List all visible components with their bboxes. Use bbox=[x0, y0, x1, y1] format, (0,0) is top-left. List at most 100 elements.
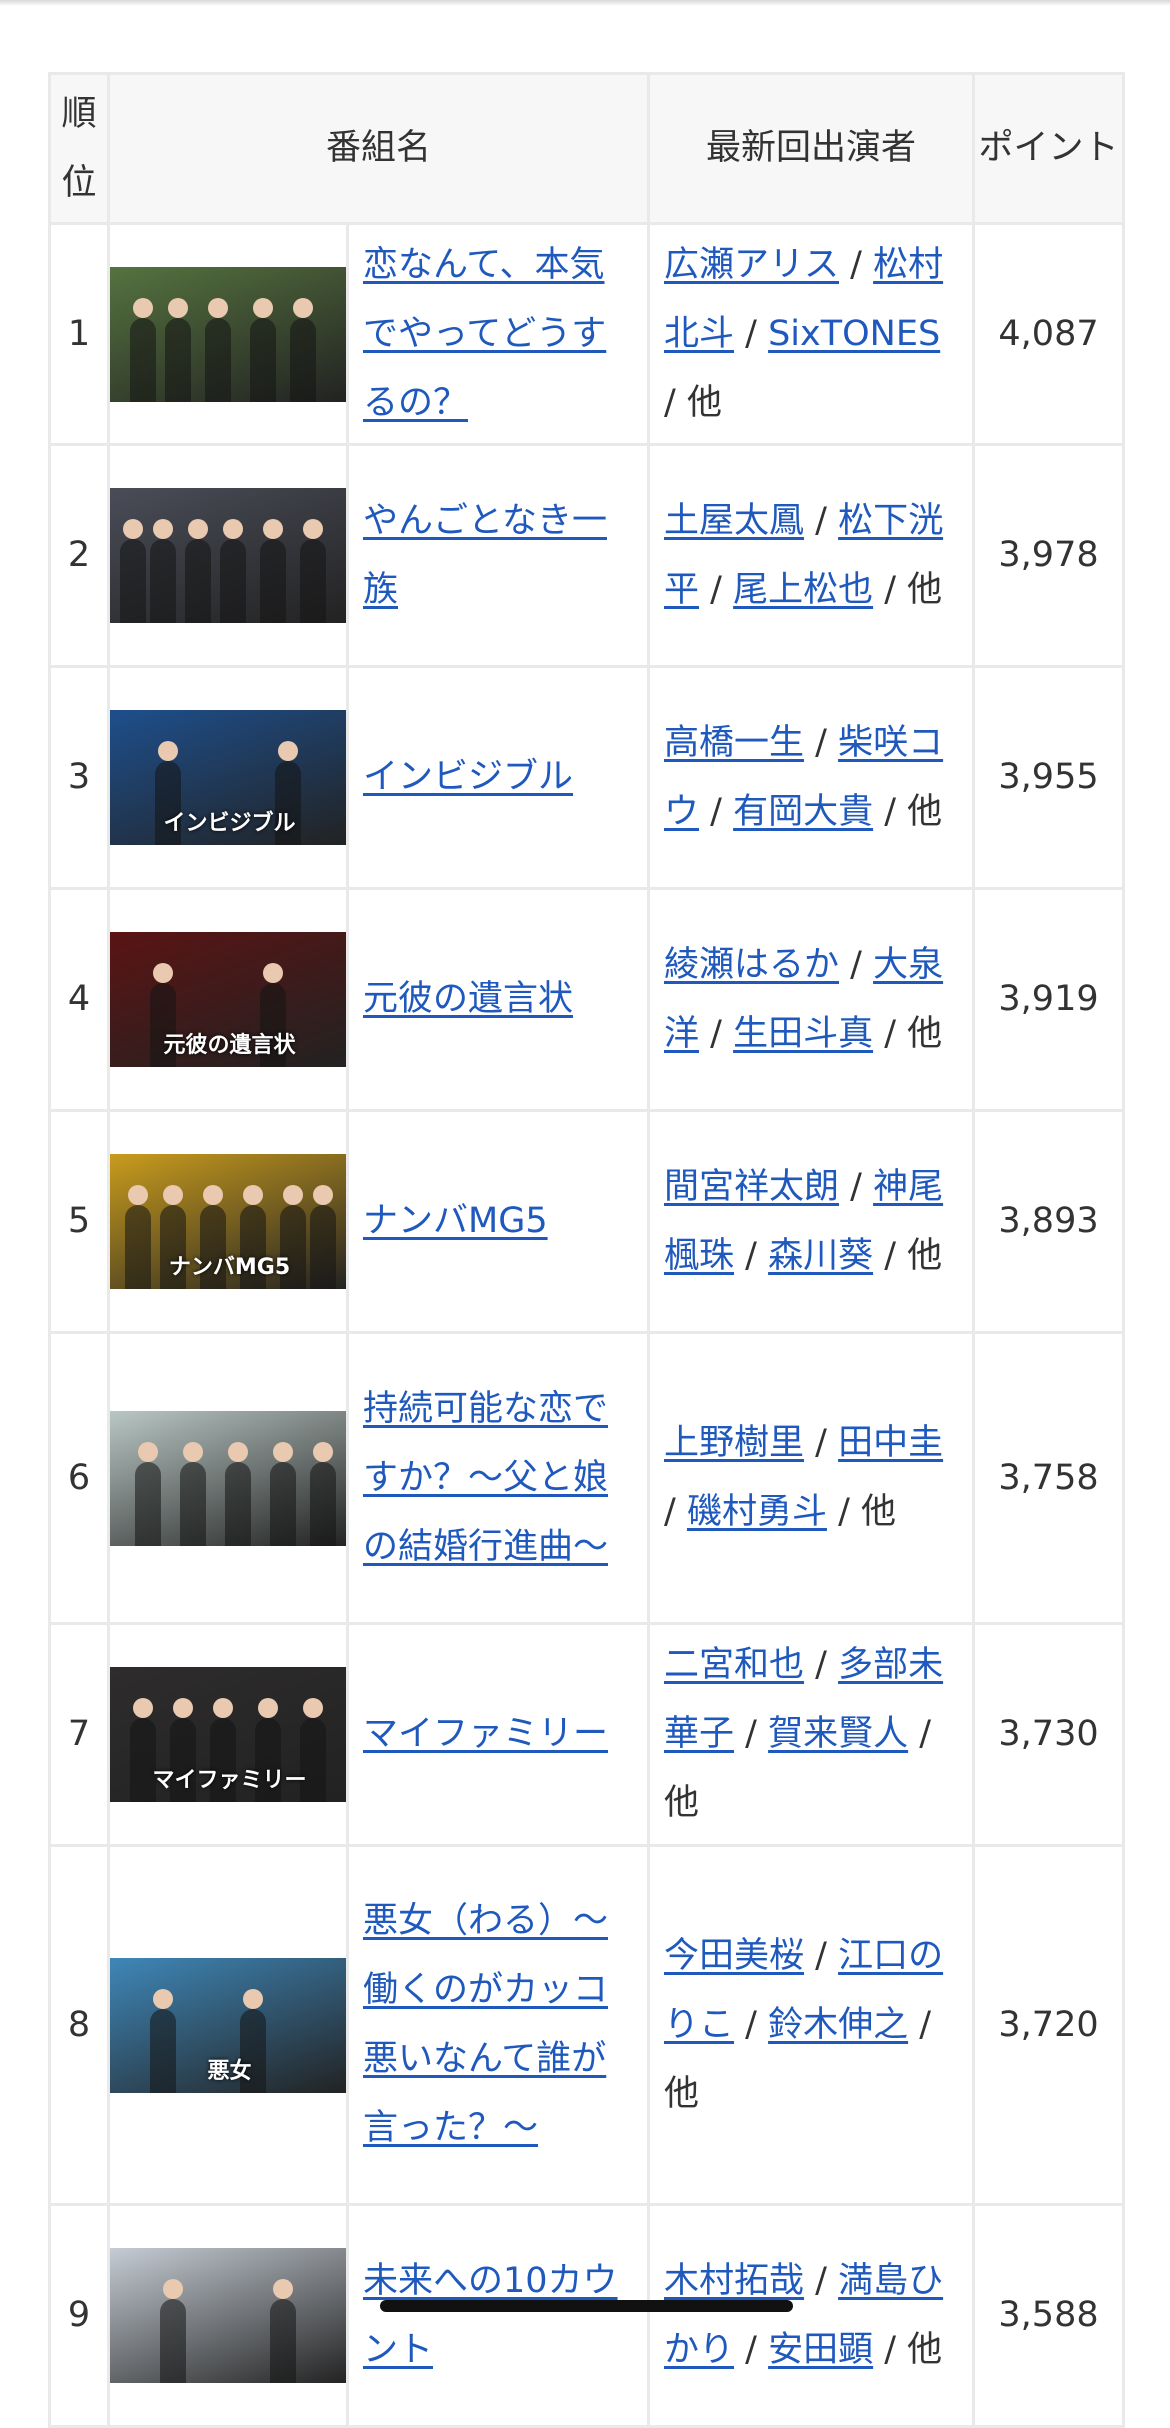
table-row: 5 ナンバMG5 ナンバMG5 間宮祥太朗 / 神尾楓珠 / 森川葵 / 他 3,893 bbox=[48, 1109, 1126, 1334]
program-thumbnail[interactable]: 元彼の遺言状 bbox=[111, 932, 345, 1067]
cast-member-link[interactable]: 生田斗真 bbox=[733, 1014, 873, 1054]
program-thumbnail[interactable]: 悪女 bbox=[111, 1957, 345, 2093]
cast-member-link[interactable]: 間宮祥太朗 bbox=[664, 1167, 839, 1207]
cast-separator: / bbox=[873, 2329, 908, 2370]
points-cell: 3,978 bbox=[972, 443, 1126, 668]
ranking-table: 順位 番組名 最新回出演者 ポイント 1 恋なんて、本気でやってどうするの？ 広瀬ア… bbox=[48, 72, 1126, 2428]
cast-separator: / bbox=[734, 1235, 769, 1276]
table-body: 1 恋なんて、本気でやってどうするの？ 広瀬アリス / 松村北斗 / SixTONE… bbox=[48, 222, 1126, 2428]
table-row: 1 恋なんて、本気でやってどうするの？ 広瀬アリス / 松村北斗 / SixTONE… bbox=[48, 222, 1126, 446]
header-points: ポイント bbox=[972, 72, 1126, 225]
cast-separator: / bbox=[804, 722, 839, 763]
home-indicator bbox=[380, 2300, 793, 2312]
program-title-link[interactable]: 元彼の遺言状 bbox=[363, 979, 573, 1019]
cast-member-link[interactable]: 賀来賢人 bbox=[768, 1714, 908, 1754]
program-thumbnail[interactable] bbox=[111, 488, 345, 623]
cast-member-link[interactable]: 広瀬アリス bbox=[664, 245, 839, 285]
cast-separator: / bbox=[699, 1013, 734, 1054]
cast-separator: / bbox=[873, 1013, 908, 1054]
program-title-link[interactable]: 未来への10カウント bbox=[363, 2261, 618, 2370]
cast-cell: 広瀬アリス / 松村北斗 / SixTONES / 他 bbox=[647, 222, 976, 446]
cast-cell: 今田美桜 / 江口のりこ / 鈴木伸之 / 他 bbox=[647, 1844, 976, 2206]
thumbnail-figure bbox=[180, 1441, 206, 1546]
thumbnail-figure bbox=[205, 297, 231, 402]
cast-member-link[interactable]: 今田美桜 bbox=[664, 1936, 804, 1976]
table-row: 4 元彼の遺言状 元彼の遺言状 綾瀬はるか / 大泉洋 / 生田斗真 / 他 3,919 bbox=[48, 887, 1126, 1112]
cast-separator: / bbox=[873, 791, 908, 832]
thumbnail-figure bbox=[150, 1988, 176, 2093]
rank-cell: 7 bbox=[48, 1622, 110, 1847]
top-shadow bbox=[0, 0, 1170, 6]
table-header-row: 順位 番組名 最新回出演者 ポイント bbox=[48, 72, 1126, 225]
program-title-link[interactable]: 恋なんて、本気でやってどうするの？ bbox=[363, 245, 606, 423]
thumbnail-cell: インビジブル bbox=[107, 665, 349, 890]
thumbnail-figure bbox=[165, 297, 191, 402]
table-row: 9 未来への10カウント 木村拓哉 / 満島ひかり / 安田顕 / 他 3,588 bbox=[48, 2203, 1126, 2428]
cast-cell: 綾瀬はるか / 大泉洋 / 生田斗真 / 他 bbox=[647, 887, 976, 1112]
thumbnail-caption: ナンバMG5 bbox=[168, 1255, 291, 1280]
thumbnail-figure bbox=[260, 519, 286, 623]
header-cast: 最新回出演者 bbox=[647, 72, 976, 225]
program-thumbnail[interactable] bbox=[111, 266, 345, 402]
cast-separator: / bbox=[839, 244, 874, 285]
thumbnail-figure bbox=[250, 297, 276, 402]
cast-member-link[interactable]: 二宮和也 bbox=[664, 1645, 804, 1685]
cast-member-link[interactable]: 田中圭 bbox=[838, 1423, 943, 1463]
thumbnail-figure bbox=[225, 1441, 251, 1546]
cast-others: 他 bbox=[907, 1235, 943, 1276]
cast-member-link[interactable]: 木村拓哉 bbox=[664, 2261, 804, 2301]
cast-member-link[interactable]: 土屋太鳳 bbox=[664, 501, 804, 541]
points-cell: 3,955 bbox=[972, 665, 1126, 890]
rank-cell: 4 bbox=[48, 887, 110, 1112]
rank-cell: 6 bbox=[48, 1331, 110, 1625]
thumbnail-cell bbox=[107, 1331, 349, 1625]
cast-separator: / bbox=[734, 1714, 769, 1754]
cast-member-link[interactable]: SixTONES bbox=[768, 314, 940, 354]
cast-separator: / bbox=[734, 2329, 769, 2370]
cast-member-link[interactable]: 鈴木伸之 bbox=[768, 2005, 908, 2045]
cast-member-link[interactable]: 高橋一生 bbox=[664, 723, 804, 763]
cast-separator: / bbox=[804, 1935, 839, 1976]
cast-member-link[interactable]: 森川葵 bbox=[768, 1236, 873, 1276]
program-thumbnail[interactable] bbox=[111, 2248, 345, 2383]
points-cell: 3,758 bbox=[972, 1331, 1126, 1625]
table-row: 2 やんごとなき一族 土屋太鳳 / 松下洸平 / 尾上松也 / 他 3,978 bbox=[48, 443, 1126, 668]
thumbnail-cell: 悪女 bbox=[107, 1844, 349, 2206]
rank-cell: 3 bbox=[48, 665, 110, 890]
cast-cell: 高橋一生 / 柴咲コウ / 有岡大貴 / 他 bbox=[647, 665, 976, 890]
cast-member-link[interactable]: 尾上松也 bbox=[733, 570, 873, 610]
cast-cell: 間宮祥太朗 / 神尾楓珠 / 森川葵 / 他 bbox=[647, 1109, 976, 1334]
cast-cell: 土屋太鳳 / 松下洸平 / 尾上松也 / 他 bbox=[647, 443, 976, 668]
rank-cell: 1 bbox=[48, 222, 110, 446]
program-title-link[interactable]: やんごとなき一族 bbox=[363, 501, 607, 610]
header-title: 番組名 bbox=[106, 72, 651, 225]
program-title-link[interactable]: 悪女（わる）〜働くのがカッコ悪いなんて誰が言った？〜 bbox=[363, 1901, 608, 2148]
program-thumbnail[interactable]: マイファミリー bbox=[111, 1667, 345, 1802]
thumbnail-figure bbox=[270, 1441, 296, 1546]
cast-member-link[interactable]: 上野樹里 bbox=[664, 1423, 804, 1463]
table-row: 6 持続可能な恋ですか？〜父と娘の結婚行進曲〜 上野樹里 / 田中圭 / 磯村勇斗 … bbox=[48, 1331, 1126, 1625]
program-title-link[interactable]: 持続可能な恋ですか？〜父と娘の結婚行進曲〜 bbox=[363, 1389, 608, 1567]
cast-separator: / bbox=[664, 382, 687, 423]
cast-separator: / bbox=[699, 569, 734, 610]
title-cell: ナンバMG5 bbox=[345, 1109, 651, 1334]
title-cell: 持続可能な恋ですか？〜父と娘の結婚行進曲〜 bbox=[345, 1331, 651, 1625]
points-cell: 3,730 bbox=[972, 1622, 1126, 1847]
program-thumbnail[interactable] bbox=[111, 1410, 345, 1546]
thumbnail-cell: マイファミリー bbox=[107, 1622, 349, 1847]
thumbnail-figure bbox=[185, 519, 211, 623]
cast-cell: 上野樹里 / 田中圭 / 磯村勇斗 / 他 bbox=[647, 1331, 976, 1625]
program-title-link[interactable]: インビジブル bbox=[363, 757, 573, 797]
program-thumbnail[interactable]: ナンバMG5 bbox=[111, 1154, 345, 1289]
thumbnail-figure bbox=[310, 1185, 336, 1289]
cast-member-link[interactable]: 有岡大貴 bbox=[733, 792, 873, 832]
thumbnail-figure bbox=[220, 519, 246, 623]
cast-cell: 木村拓哉 / 満島ひかり / 安田顕 / 他 bbox=[647, 2203, 976, 2428]
program-title-link[interactable]: ナンバMG5 bbox=[363, 1201, 548, 1241]
program-title-link[interactable]: マイファミリー bbox=[363, 1714, 608, 1754]
cast-member-link[interactable]: 安田顕 bbox=[768, 2330, 873, 2370]
cast-member-link[interactable]: 綾瀬はるか bbox=[664, 945, 839, 985]
cast-member-link[interactable]: 磯村勇斗 bbox=[687, 1492, 827, 1532]
program-thumbnail[interactable]: インビジブル bbox=[111, 710, 345, 845]
title-cell: 悪女（わる）〜働くのがカッコ悪いなんて誰が言った？〜 bbox=[345, 1844, 651, 2206]
